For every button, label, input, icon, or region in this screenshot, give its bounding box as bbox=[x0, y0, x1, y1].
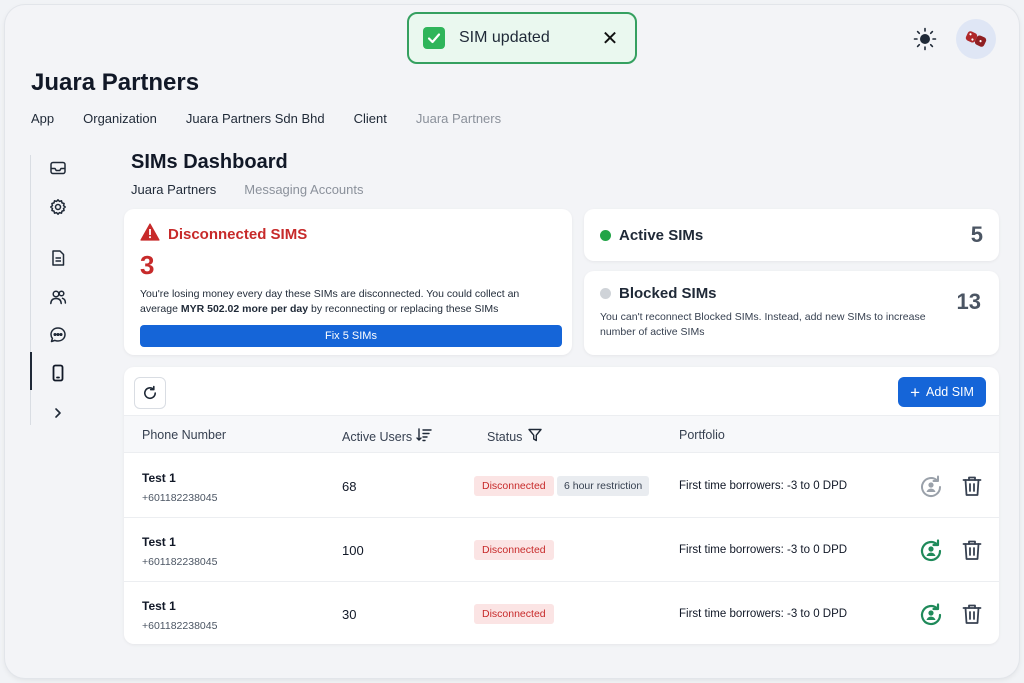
reconnect-icon[interactable] bbox=[918, 474, 944, 500]
toast-message: SIM updated bbox=[459, 29, 550, 46]
disconnected-count: 3 bbox=[140, 250, 155, 280]
trash-icon[interactable] bbox=[960, 602, 984, 626]
toast-notification: SIM updated ✕ bbox=[407, 12, 637, 64]
users-icon[interactable] bbox=[47, 286, 69, 308]
breadcrumb-app[interactable]: App bbox=[31, 111, 54, 126]
breadcrumb: App Organization Juara Partners Sdn Bhd … bbox=[31, 111, 530, 126]
breadcrumb-org-name[interactable]: Juara Partners Sdn Bhd bbox=[186, 111, 325, 126]
plus-icon: + bbox=[910, 382, 920, 402]
blocked-message: You can't reconnect Blocked SIMs. Instea… bbox=[600, 311, 926, 338]
portfolio-text: First time borrowers: -3 to 0 DPD bbox=[679, 608, 848, 620]
close-icon[interactable]: ✕ bbox=[599, 26, 621, 51]
disconnected-message: You're losing money every day these SIMs… bbox=[140, 288, 520, 315]
refresh-icon bbox=[144, 385, 157, 400]
filter-icon[interactable] bbox=[528, 428, 543, 445]
warning-icon bbox=[140, 223, 160, 246]
check-icon bbox=[423, 27, 445, 49]
active-sims-card: Active SIMs 5 bbox=[584, 209, 999, 261]
tab-juara-partners[interactable]: Juara Partners bbox=[131, 182, 216, 197]
trash-icon[interactable] bbox=[960, 538, 984, 562]
table-row[interactable]: Test 1 +601182238045 68 Disconnected 6 h… bbox=[124, 454, 999, 518]
table-row[interactable]: Test 1 +601182238045 100 Disconnected Fi… bbox=[124, 518, 999, 582]
sim-name: Test 1 bbox=[142, 535, 176, 549]
active-sims-count: 5 bbox=[970, 222, 983, 247]
portfolio-text: First time borrowers: -3 to 0 DPD bbox=[679, 480, 848, 492]
org-title: Juara Partners bbox=[31, 69, 200, 96]
tab-messaging-accounts[interactable]: Messaging Accounts bbox=[244, 182, 363, 197]
sim-phone-number: +601182238045 bbox=[142, 556, 218, 568]
column-status[interactable]: Status bbox=[487, 428, 543, 445]
chevron-right-icon[interactable] bbox=[47, 402, 69, 424]
sun-icon[interactable] bbox=[913, 27, 937, 51]
reconnect-icon[interactable] bbox=[918, 538, 944, 564]
active-status-dot bbox=[600, 229, 611, 241]
chat-icon[interactable] bbox=[47, 324, 69, 346]
disconnected-card: Disconnected SIMS 3 You're losing money … bbox=[124, 209, 572, 355]
app-window: SIM updated ✕ Juara Partners App Organiz… bbox=[5, 5, 1019, 678]
active-users-count: 68 bbox=[342, 479, 357, 494]
disconnected-title: Disconnected SIMS bbox=[168, 226, 308, 243]
restriction-badge: 6 hour restriction bbox=[557, 476, 650, 496]
sim-name: Test 1 bbox=[142, 599, 176, 613]
inbox-icon[interactable] bbox=[47, 157, 69, 179]
active-sims-label: Active SIMs bbox=[619, 226, 704, 244]
blocked-sims-count: 13 bbox=[956, 289, 981, 314]
refresh-button[interactable] bbox=[134, 377, 166, 409]
active-users-count: 30 bbox=[342, 607, 357, 622]
status-badge: Disconnected bbox=[474, 476, 554, 496]
phone-icon[interactable] bbox=[47, 362, 69, 384]
gear-icon[interactable] bbox=[47, 196, 69, 218]
add-sim-button[interactable]: + Add SIM bbox=[898, 377, 986, 407]
avatar[interactable] bbox=[956, 19, 996, 59]
column-active-users[interactable]: Active Users bbox=[342, 428, 432, 445]
status-badge: Disconnected bbox=[474, 604, 554, 624]
sidebar bbox=[30, 155, 84, 425]
table-row[interactable]: Test 1 +601182238045 30 Disconnected Fir… bbox=[124, 582, 999, 644]
table-header: Phone Number Active Users Status Portfol… bbox=[124, 415, 999, 453]
blocked-sims-label: Blocked SIMs bbox=[619, 285, 717, 302]
sims-table-card: + Add SIM Phone Number Active Users Stat… bbox=[124, 367, 999, 644]
sim-phone-number: +601182238045 bbox=[142, 620, 218, 632]
reconnect-icon[interactable] bbox=[918, 602, 944, 628]
dashboard-tabs: Juara Partners Messaging Accounts bbox=[131, 182, 392, 197]
fix-sims-button[interactable]: Fix 5 SIMs bbox=[140, 325, 562, 347]
add-sim-label: Add SIM bbox=[926, 385, 974, 399]
breadcrumb-current: Juara Partners bbox=[415, 111, 502, 126]
column-phone-number: Phone Number bbox=[142, 428, 227, 442]
trash-icon[interactable] bbox=[960, 474, 984, 498]
breadcrumb-organization[interactable]: Organization bbox=[83, 111, 157, 126]
blocked-sims-card: Blocked SIMs You can't reconnect Blocked… bbox=[584, 271, 999, 355]
sim-name: Test 1 bbox=[142, 471, 176, 485]
breadcrumb-client[interactable]: Client bbox=[354, 111, 387, 126]
document-icon[interactable] bbox=[47, 247, 69, 269]
blocked-status-dot bbox=[600, 288, 611, 299]
active-users-count: 100 bbox=[342, 543, 364, 558]
sim-phone-number: +601182238045 bbox=[142, 492, 218, 504]
portfolio-text: First time borrowers: -3 to 0 DPD bbox=[679, 544, 848, 556]
sort-icon[interactable] bbox=[416, 428, 432, 445]
page-title: SIMs Dashboard bbox=[131, 151, 288, 173]
status-badge: Disconnected bbox=[474, 540, 554, 560]
active-indicator bbox=[30, 352, 32, 390]
column-portfolio: Portfolio bbox=[679, 428, 725, 442]
